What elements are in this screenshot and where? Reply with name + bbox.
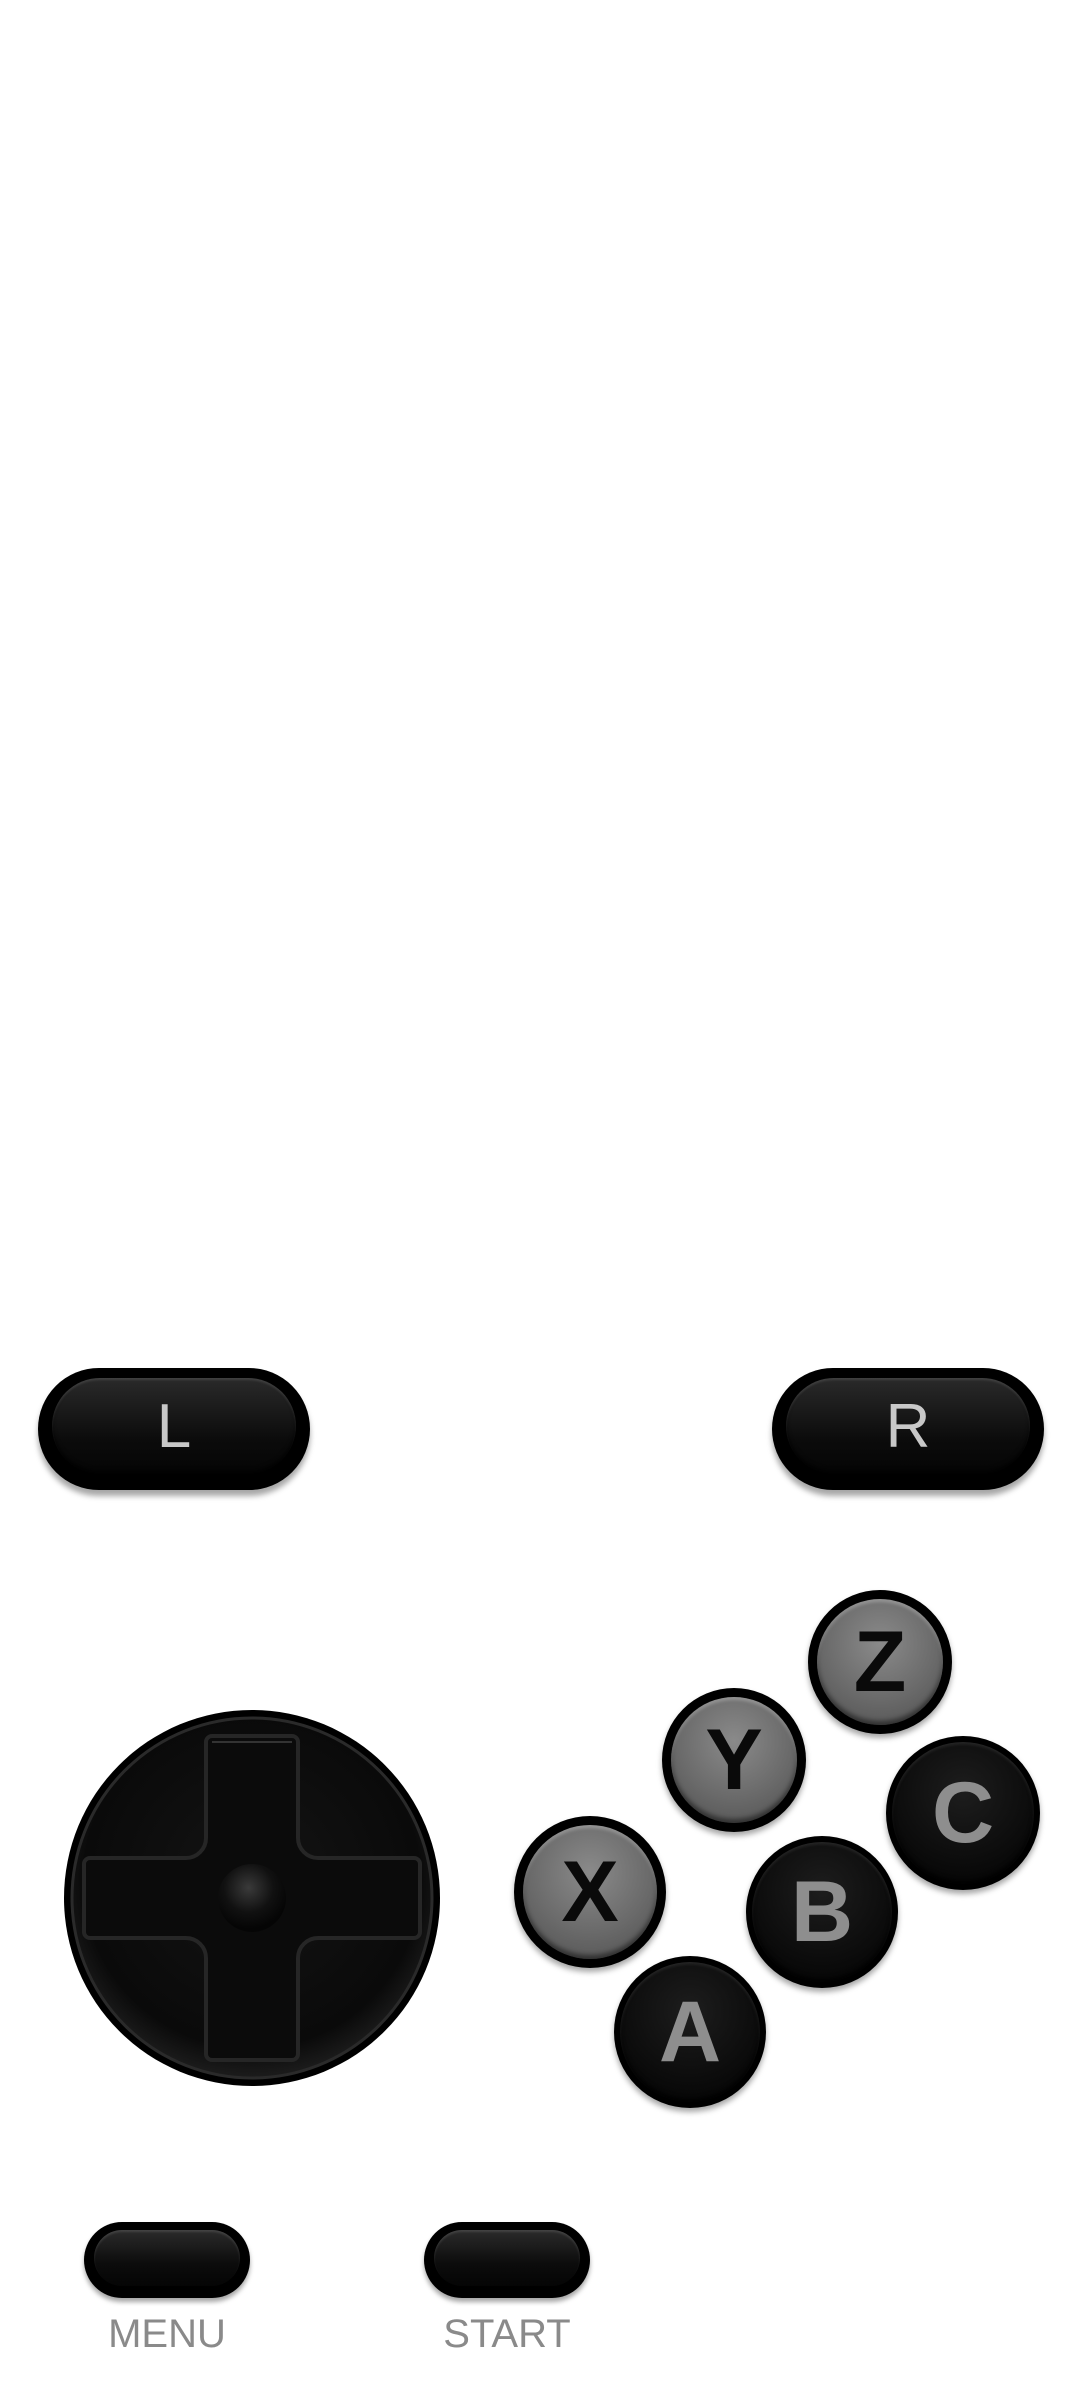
b-button-label: B <box>790 1864 854 1960</box>
y-button-face: Y <box>671 1697 797 1823</box>
c-button-face: C <box>892 1742 1034 1884</box>
l-shoulder-label: L <box>156 1392 192 1461</box>
z-button-face: Z <box>817 1599 943 1725</box>
start-button[interactable] <box>424 2222 590 2298</box>
controller-screen: L R Z Y C X B A MENU START <box>0 0 1080 2400</box>
r-shoulder-button[interactable]: R <box>772 1368 1044 1490</box>
l-shoulder-button[interactable]: L <box>38 1368 310 1490</box>
y-button[interactable]: Y <box>662 1688 806 1832</box>
r-shoulder-face: R <box>786 1378 1030 1474</box>
game-display-area <box>0 0 1080 1340</box>
start-label: START <box>443 2312 571 2356</box>
a-button-label: A <box>658 1984 722 2080</box>
menu-button[interactable] <box>84 2222 250 2298</box>
b-button-face: B <box>752 1842 892 1982</box>
menu-button-face <box>94 2230 240 2286</box>
z-button-label: Z <box>853 1614 907 1710</box>
dpad-icon <box>64 1710 440 2086</box>
x-button-face: X <box>523 1825 657 1959</box>
x-button-label: X <box>561 1844 619 1940</box>
menu-label: MENU <box>108 2312 226 2356</box>
a-button-face: A <box>620 1962 760 2102</box>
l-shoulder-face: L <box>52 1378 296 1474</box>
r-shoulder-label: R <box>885 1392 931 1461</box>
y-button-label: Y <box>705 1712 763 1808</box>
b-button[interactable]: B <box>746 1836 898 1988</box>
c-button-label: C <box>931 1765 995 1861</box>
dpad[interactable] <box>62 1708 442 2088</box>
x-button[interactable]: X <box>514 1816 666 1968</box>
a-button[interactable]: A <box>614 1956 766 2108</box>
start-button-face <box>434 2230 580 2286</box>
z-button[interactable]: Z <box>808 1590 952 1734</box>
c-button[interactable]: C <box>886 1736 1040 1890</box>
